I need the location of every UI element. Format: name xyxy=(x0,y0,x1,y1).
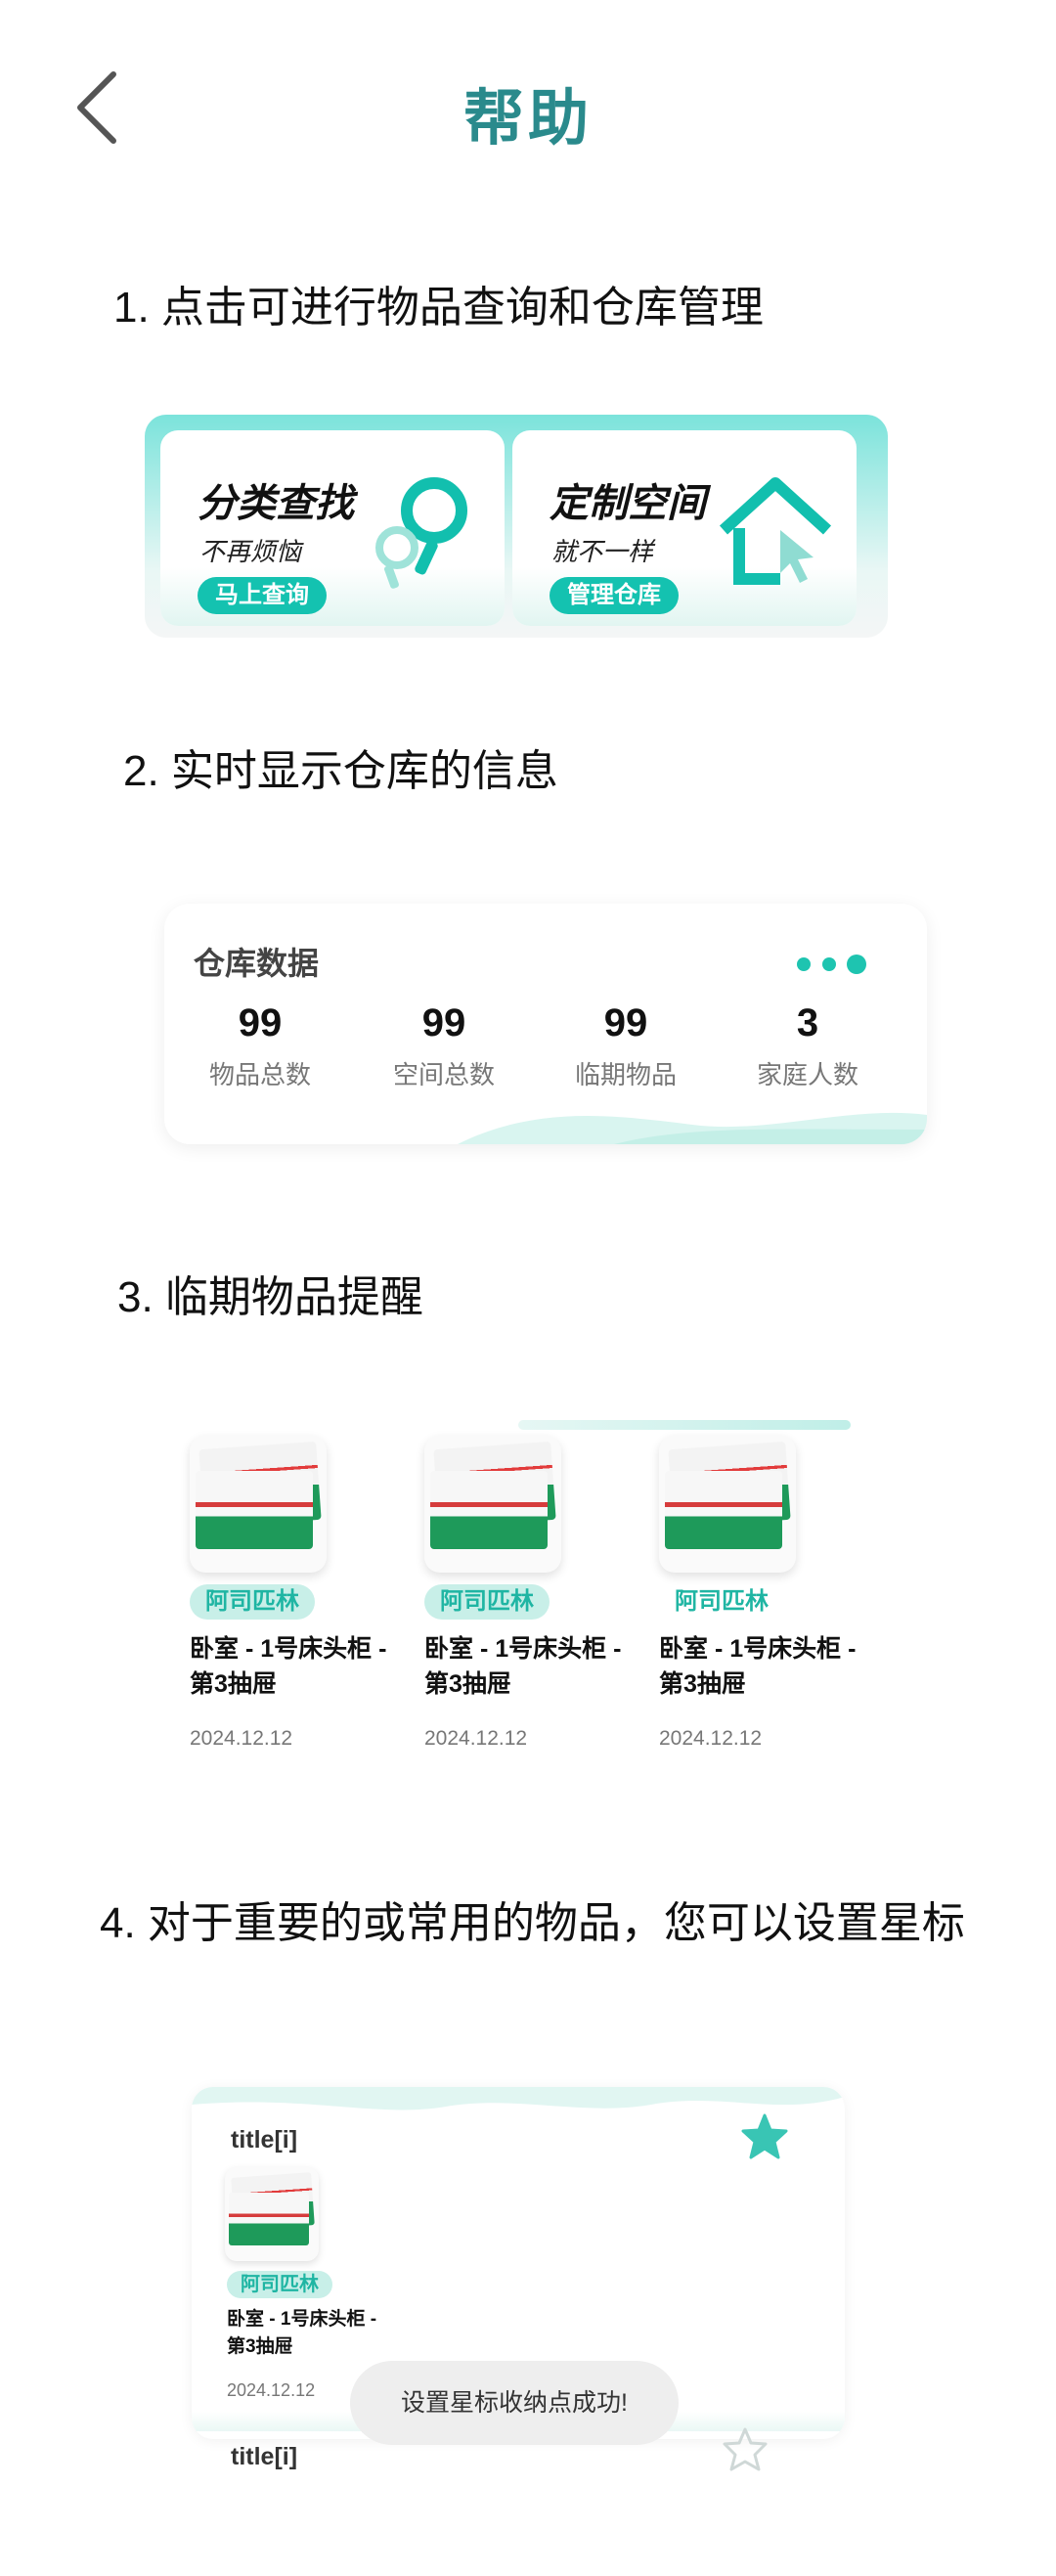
medicine-image xyxy=(225,2167,319,2261)
list-item[interactable]: 阿司匹林 卧室 - 1号床头柜 - 第3抽屉 2024.12.12 xyxy=(659,1436,874,1751)
step-1-text: 1. 点击可进行物品查询和仓库管理 xyxy=(113,284,764,332)
category-search-tile[interactable]: 分类查找 不再烦恼 马上查询 xyxy=(160,430,505,626)
feature-entry-card: 分类查找 不再烦恼 马上查询 定制空间 就不一样 管理仓库 xyxy=(145,415,888,638)
more-dots-icon[interactable] xyxy=(794,953,872,976)
medicine-image xyxy=(659,1436,796,1573)
star-outline-icon[interactable] xyxy=(720,2425,770,2476)
item-location: 卧室 - 1号床头柜 - 第3抽屉 xyxy=(190,1635,387,1698)
step-4-text: 4. 对于重要的或常用的物品，您可以设置星标 xyxy=(100,1899,965,1947)
tile-title: 分类查找 xyxy=(198,482,354,525)
card-wave-decoration xyxy=(458,1112,927,1144)
step-2-text: 2. 实时显示仓库的信息 xyxy=(123,747,558,795)
step-3-text: 3. 临期物品提醒 xyxy=(117,1273,423,1321)
tile-subtitle: 不再烦恼 xyxy=(199,537,302,566)
tile-title: 定制空间 xyxy=(550,482,706,525)
toast-message: 设置星标收纳点成功! xyxy=(350,2361,679,2445)
card-title: title[i] xyxy=(231,2126,298,2154)
warehouse-data-card: 仓库数据 99 物品总数 99 空间总数 99 临期物品 3 家庭人数 xyxy=(164,904,927,1144)
item-location: 卧室 - 1号床头柜 - 第3抽屉 xyxy=(659,1635,857,1698)
search-now-button[interactable]: 马上查询 xyxy=(198,577,327,614)
medicine-image xyxy=(424,1436,561,1573)
item-location: 卧室 - 1号床头柜 - 第3抽屉 xyxy=(424,1635,622,1698)
item-name-tag: 阿司匹林 xyxy=(675,1588,769,1615)
stat-total-spaces[interactable]: 99 空间总数 xyxy=(366,1001,522,1091)
custom-space-tile[interactable]: 定制空间 就不一样 管理仓库 xyxy=(512,430,857,626)
list-top-decoration xyxy=(518,1420,851,1430)
stat-value: 3 xyxy=(796,1001,819,1044)
item-date: 2024.12.12 xyxy=(227,2380,316,2400)
item-location: 卧室 - 1号床头柜 - 第3抽屉 xyxy=(227,2309,377,2357)
stat-value: 99 xyxy=(421,1001,466,1044)
card-title: title[i] xyxy=(231,2443,298,2470)
item-date: 2024.12.12 xyxy=(190,1727,293,1750)
stat-family-members[interactable]: 3 家庭人数 xyxy=(729,1001,886,1091)
item-date: 2024.12.12 xyxy=(659,1727,763,1750)
expiring-items-list: 阿司匹林 卧室 - 1号床头柜 - 第3抽屉 2024.12.12 阿司匹林 卧… xyxy=(147,1420,856,1753)
item-date: 2024.12.12 xyxy=(424,1727,528,1750)
item-name-tag: 阿司匹林 xyxy=(424,1584,550,1620)
stat-value: 99 xyxy=(603,1001,648,1044)
list-item[interactable]: 阿司匹林 卧室 - 1号床头柜 - 第3抽屉 2024.12.12 xyxy=(424,1436,639,1751)
stat-expiring-items[interactable]: 99 临期物品 xyxy=(548,1001,704,1091)
house-cursor-icon xyxy=(719,477,832,585)
tile-subtitle: 就不一样 xyxy=(551,537,654,566)
stat-value: 99 xyxy=(238,1001,283,1044)
item-name-tag: 阿司匹林 xyxy=(227,2271,332,2298)
warehouse-data-title: 仓库数据 xyxy=(194,946,320,981)
manage-warehouse-button[interactable]: 管理仓库 xyxy=(550,577,679,614)
medicine-image xyxy=(190,1436,327,1573)
item-name-tag: 阿司匹林 xyxy=(190,1584,315,1620)
magnifier-icon xyxy=(375,477,467,589)
stat-total-items[interactable]: 99 物品总数 xyxy=(182,1001,338,1091)
list-item[interactable]: 阿司匹林 卧室 - 1号床头柜 - 第3抽屉 2024.12.12 xyxy=(190,1436,405,1751)
star-filled-icon[interactable] xyxy=(739,2112,790,2163)
page-title: 帮助 xyxy=(462,85,593,153)
